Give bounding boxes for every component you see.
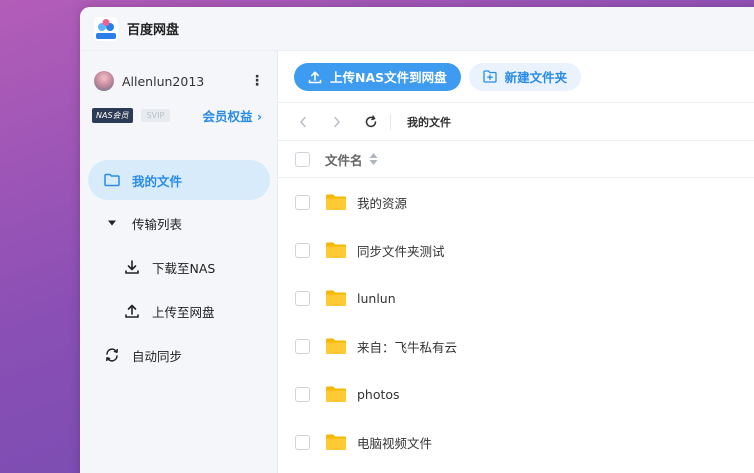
main-panel: 上传NAS文件到网盘 新建文件夹 我的文件 文件名 我的资源 同步文件夹测试 l…: [278, 51, 754, 473]
path-bar: 我的文件: [278, 103, 754, 141]
upload-icon: [124, 303, 140, 319]
file-row[interactable]: 电脑视频文件: [278, 418, 754, 466]
row-checkbox[interactable]: [295, 194, 310, 210]
file-name: 来自：飞牛私有云: [357, 339, 458, 355]
user-profile[interactable]: Allenlun2013 ⋮: [94, 71, 264, 91]
new-folder-button-label: 新建文件夹: [504, 70, 568, 85]
sidebar-item-label: 传输列表: [132, 216, 183, 232]
upload-icon: [308, 70, 322, 84]
folder-icon: [326, 386, 346, 402]
toolbar: 上传NAS文件到网盘 新建文件夹: [278, 51, 754, 103]
file-name: 电脑视频文件: [357, 435, 433, 451]
column-header-filename[interactable]: 文件名: [325, 150, 363, 169]
caret-down-icon: [104, 215, 120, 231]
sidebar-item-label: 我的文件: [132, 173, 183, 189]
sidebar-item-auto-sync[interactable]: 自动同步: [88, 335, 270, 375]
breadcrumb[interactable]: 我的文件: [407, 114, 451, 130]
svip-badge: SVIP: [140, 109, 171, 122]
more-menu-button[interactable]: ⋮: [250, 71, 264, 91]
file-row[interactable]: photos: [278, 370, 754, 418]
file-row[interactable]: lunlun: [278, 274, 754, 322]
row-checkbox[interactable]: [295, 434, 310, 450]
membership-row: NAS会员 SVIP 会员权益 ›: [92, 106, 268, 125]
app-title: 百度网盘: [127, 23, 180, 38]
folder-icon: [326, 194, 346, 210]
folder-icon: [326, 338, 346, 354]
file-name: lunlun: [357, 290, 396, 306]
new-folder-button[interactable]: 新建文件夹: [468, 62, 582, 91]
folder-icon: [326, 290, 346, 306]
avatar[interactable]: [94, 71, 114, 91]
upload-button-label: 上传NAS文件到网盘: [330, 70, 447, 85]
title-bar: 百度网盘: [80, 7, 754, 51]
path-divider: [390, 113, 391, 130]
download-icon: [124, 259, 140, 275]
username: Allenlun2013: [122, 73, 205, 89]
upload-nas-files-button[interactable]: 上传NAS文件到网盘: [294, 62, 461, 91]
file-row[interactable]: 我的资源: [278, 178, 754, 226]
member-benefits-label: 会员权益: [202, 109, 253, 124]
sidebar-item-label: 自动同步: [132, 348, 183, 364]
file-list: 我的资源同步文件夹测试 lunlun 来自：飞牛私有云 photos 电脑视频文件: [278, 178, 754, 466]
refresh-icon[interactable]: [362, 113, 380, 131]
sidebar: Allenlun2013 ⋮ NAS会员 SVIP 会员权益 › 我的文件 传输…: [80, 51, 278, 473]
back-arrow-icon[interactable]: [294, 113, 312, 131]
baidu-netdisk-logo-icon: [94, 16, 118, 41]
sidebar-item-my-files[interactable]: 我的文件: [88, 160, 270, 200]
forward-arrow-icon[interactable]: [328, 113, 346, 131]
file-name: 同步文件夹测试: [357, 243, 445, 259]
sidebar-item-label: 下载至NAS: [152, 260, 216, 276]
folder-icon: [104, 172, 120, 188]
folder-icon: [326, 242, 346, 258]
select-all-checkbox[interactable]: [295, 151, 310, 167]
file-row[interactable]: 同步文件夹测试: [278, 226, 754, 274]
sync-icon: [104, 347, 120, 363]
row-checkbox[interactable]: [295, 242, 310, 258]
sidebar-item-label: 上传至网盘: [152, 304, 215, 320]
file-row[interactable]: 来自：飞牛私有云: [278, 322, 754, 370]
sidebar-item-transfer-list[interactable]: 传输列表: [88, 203, 270, 243]
file-name: photos: [357, 386, 400, 402]
sort-icon[interactable]: [369, 152, 378, 166]
member-benefits-link[interactable]: 会员权益 ›: [202, 106, 262, 125]
file-name: 我的资源: [357, 195, 408, 211]
app-window: 百度网盘 Allenlun2013 ⋮ NAS会员 SVIP 会员权益 › 我的…: [80, 7, 754, 473]
sidebar-item-upload-to-netdisk[interactable]: 上传至网盘: [88, 291, 270, 331]
file-list-header: 文件名: [278, 141, 754, 178]
new-folder-icon: [482, 70, 497, 83]
row-checkbox[interactable]: [295, 386, 310, 402]
folder-icon: [326, 434, 346, 450]
nas-member-badge: NAS会员: [92, 108, 133, 123]
sidebar-item-download-to-nas[interactable]: 下载至NAS: [88, 247, 270, 287]
row-checkbox[interactable]: [295, 290, 310, 306]
row-checkbox[interactable]: [295, 338, 310, 354]
